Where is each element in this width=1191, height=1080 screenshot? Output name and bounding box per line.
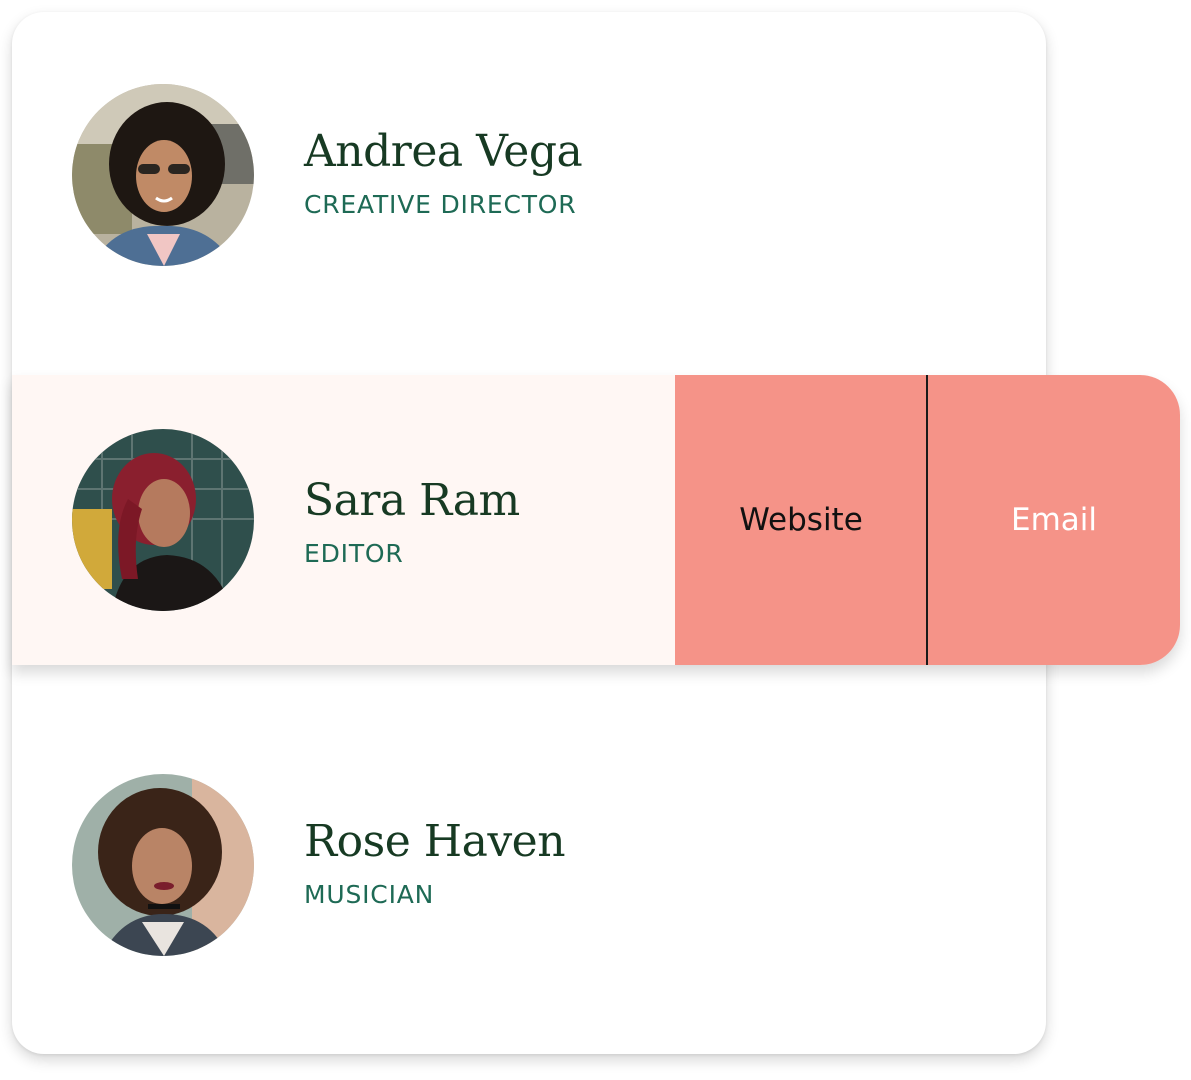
avatar bbox=[72, 774, 254, 956]
contact-role: CREATIVE DIRECTOR bbox=[304, 190, 577, 219]
contact-list-stage: Andrea Vega CREATIVE DIRECTOR Sara Ram E… bbox=[0, 0, 1191, 1080]
list-item[interactable]: Rose Haven MUSICIAN bbox=[12, 720, 1046, 1010]
contact-name: Andrea Vega bbox=[304, 126, 583, 177]
list-item[interactable]: Andrea Vega CREATIVE DIRECTOR bbox=[12, 30, 1046, 320]
contact-name: Rose Haven bbox=[304, 816, 566, 867]
avatar bbox=[72, 84, 254, 266]
contact-text: Andrea Vega CREATIVE DIRECTOR bbox=[304, 126, 583, 219]
contact-text: Rose Haven MUSICIAN bbox=[304, 816, 566, 909]
list-item-swiped[interactable]: Sara Ram EDITOR Website Email bbox=[12, 375, 1180, 665]
avatar bbox=[72, 429, 254, 611]
contact-role: EDITOR bbox=[304, 539, 404, 568]
contact-name: Sara Ram bbox=[304, 475, 520, 526]
list-item-content[interactable]: Sara Ram EDITOR bbox=[12, 375, 675, 665]
contact-text: Sara Ram EDITOR bbox=[304, 475, 520, 568]
email-button[interactable]: Email bbox=[928, 375, 1180, 665]
contact-role: MUSICIAN bbox=[304, 880, 435, 909]
website-button[interactable]: Website bbox=[675, 375, 927, 665]
